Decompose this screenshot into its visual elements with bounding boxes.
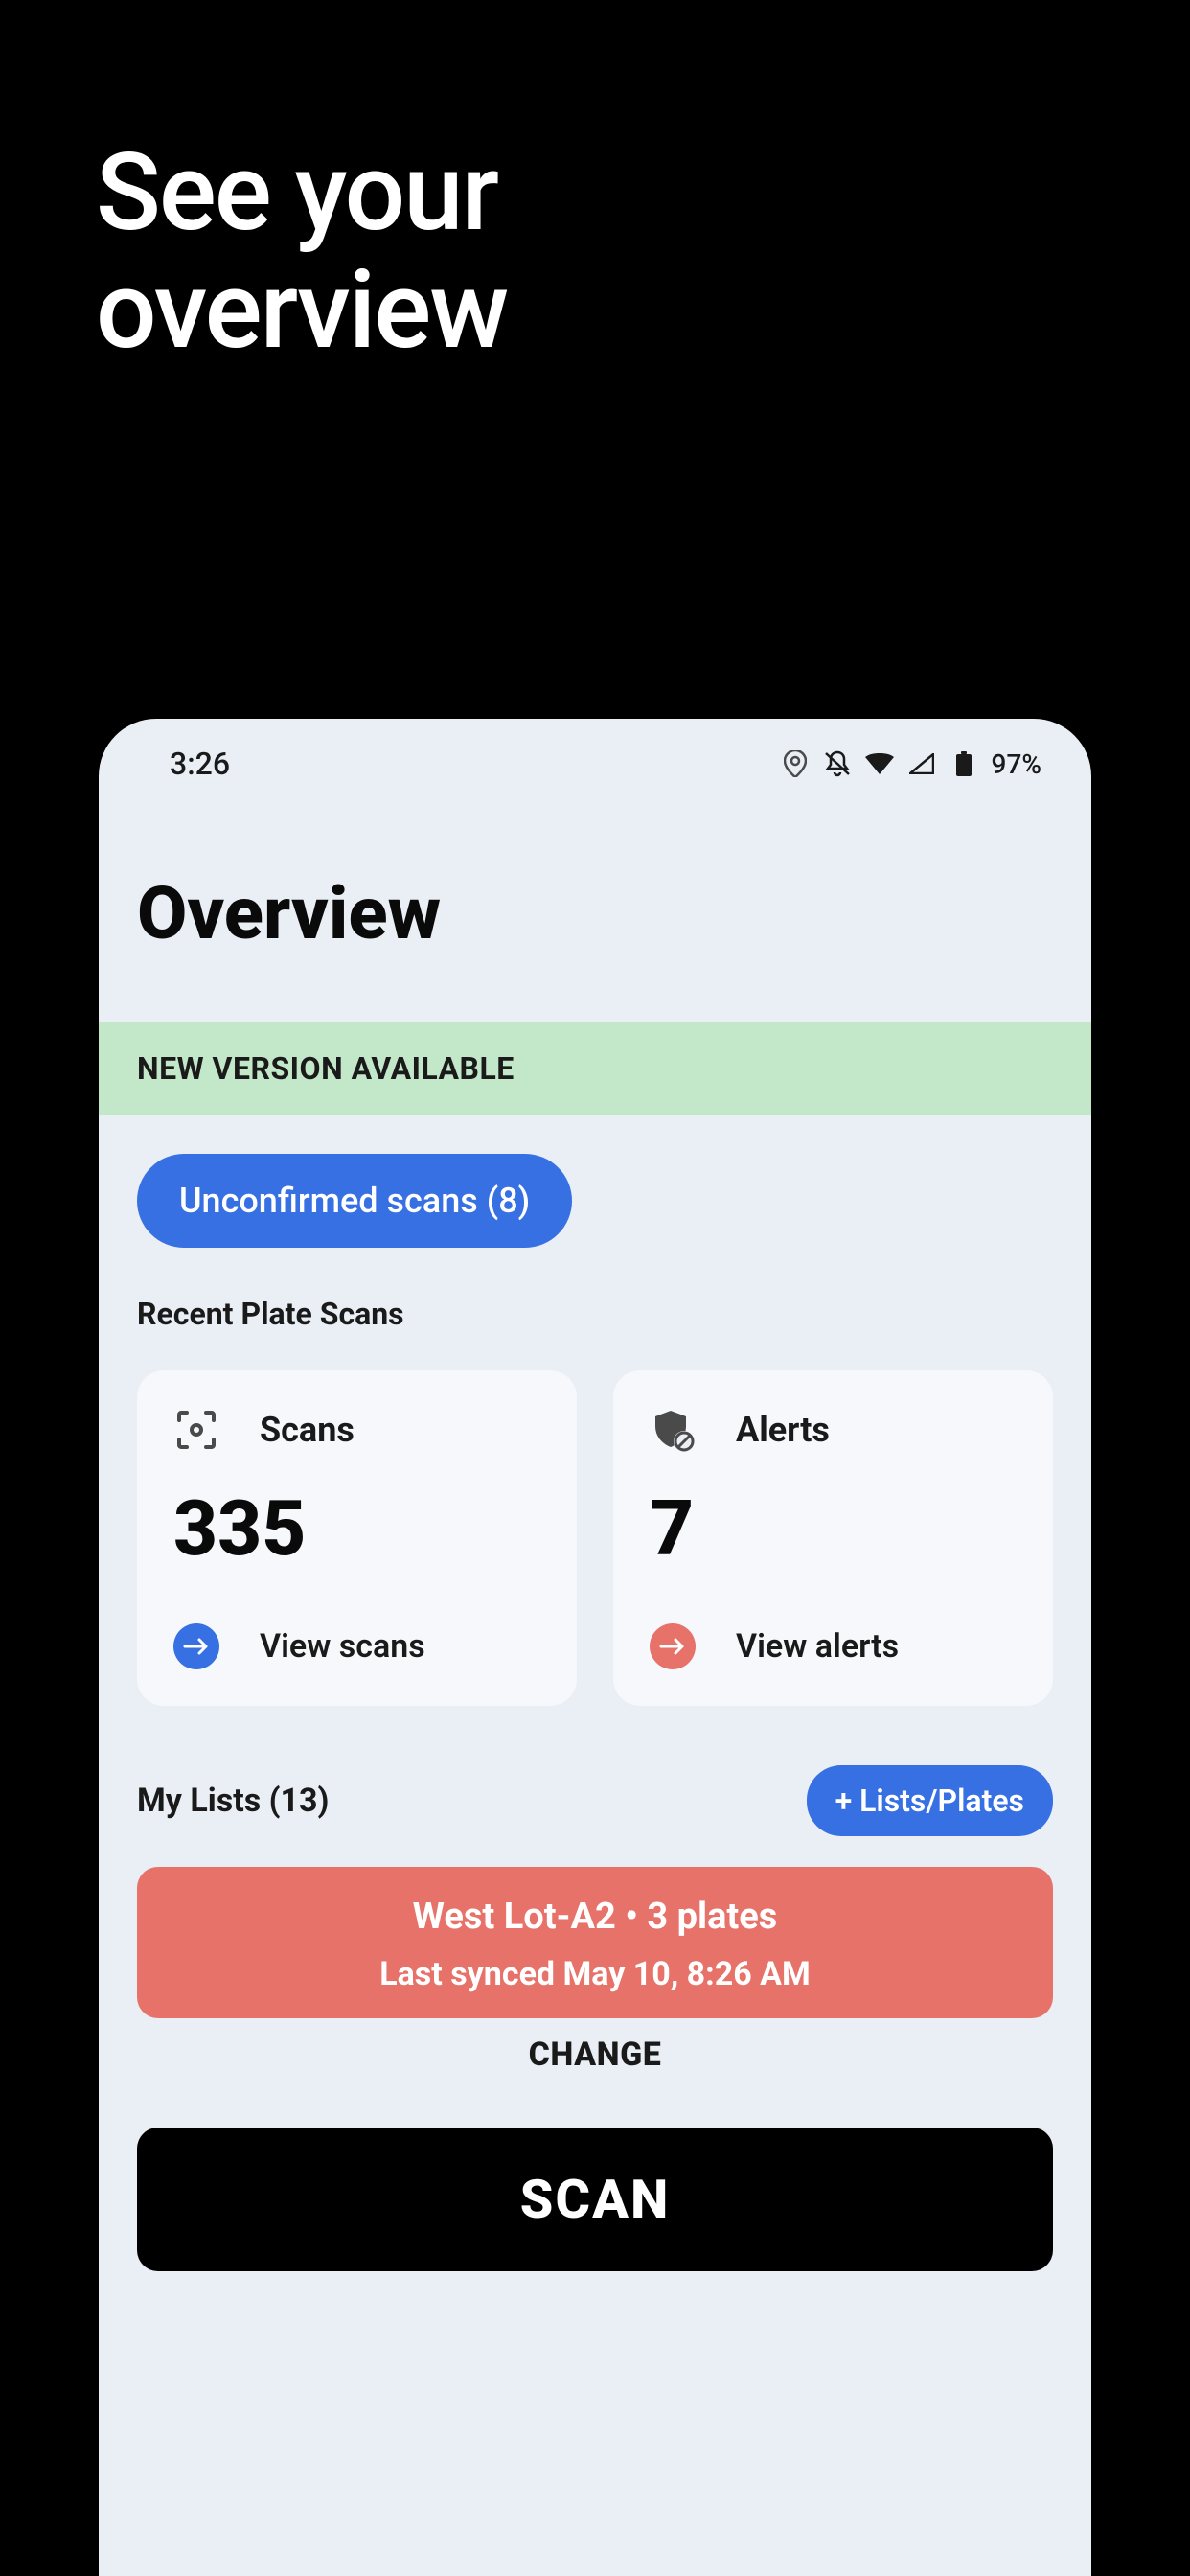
promo-headline: See your overview — [0, 0, 1190, 370]
stat-cards-row: Scans 335 View scans — [99, 1332, 1091, 1706]
alerts-card-header: Alerts — [650, 1407, 1017, 1453]
shield-alert-icon — [650, 1407, 696, 1453]
arrow-right-icon — [173, 1623, 219, 1669]
battery-percent: 97% — [992, 748, 1041, 780]
location-sync-time: Last synced May 10, 8:26 AM — [156, 1955, 1034, 1993]
location-pin-icon — [781, 749, 810, 778]
signal-icon — [907, 749, 936, 778]
wifi-icon — [865, 749, 894, 778]
view-alerts-text: View alerts — [736, 1627, 899, 1666]
scans-card-header: Scans — [173, 1407, 540, 1453]
change-button[interactable]: CHANGE — [99, 2036, 1091, 2074]
status-time: 3:26 — [170, 746, 230, 782]
phone-frame: 3:26 — [99, 719, 1091, 2576]
battery-icon — [950, 749, 978, 778]
scan-target-icon — [173, 1407, 219, 1453]
lists-header: My Lists (13) + Lists/Plates — [99, 1706, 1091, 1836]
status-bar: 3:26 — [99, 719, 1091, 786]
page-title: Overview — [99, 786, 1091, 956]
version-banner[interactable]: NEW VERSION AVAILABLE — [99, 1022, 1091, 1116]
unconfirmed-scans-button[interactable]: Unconfirmed scans (8) — [137, 1154, 572, 1248]
scans-card[interactable]: Scans 335 View scans — [137, 1370, 577, 1706]
status-icons: 97% — [781, 748, 1041, 780]
alerts-card-title: Alerts — [736, 1410, 830, 1450]
arrow-right-icon — [650, 1623, 696, 1669]
scan-button[interactable]: SCAN — [137, 2128, 1053, 2271]
alerts-card[interactable]: Alerts 7 View alerts — [613, 1370, 1053, 1706]
version-banner-text: NEW VERSION AVAILABLE — [137, 1050, 1053, 1087]
recent-plate-scans-label: Recent Plate Scans — [99, 1248, 1091, 1332]
alerts-card-value: 7 — [650, 1484, 1017, 1574]
location-name: West Lot-A2 • 3 plates — [156, 1896, 1034, 1938]
promo-headline-line2: overview — [96, 252, 1190, 370]
notifications-off-icon — [823, 749, 852, 778]
view-scans-text: View scans — [260, 1627, 425, 1666]
promo-headline-line1: See your — [96, 134, 1190, 252]
active-location-card[interactable]: West Lot-A2 • 3 plates Last synced May 1… — [137, 1867, 1053, 2018]
add-lists-plates-button[interactable]: + Lists/Plates — [807, 1765, 1053, 1836]
scans-card-value: 335 — [173, 1484, 540, 1574]
my-lists-label: My Lists (13) — [137, 1782, 329, 1820]
view-alerts-link[interactable]: View alerts — [650, 1623, 1017, 1669]
scans-card-title: Scans — [260, 1410, 355, 1450]
view-scans-link[interactable]: View scans — [173, 1623, 540, 1669]
